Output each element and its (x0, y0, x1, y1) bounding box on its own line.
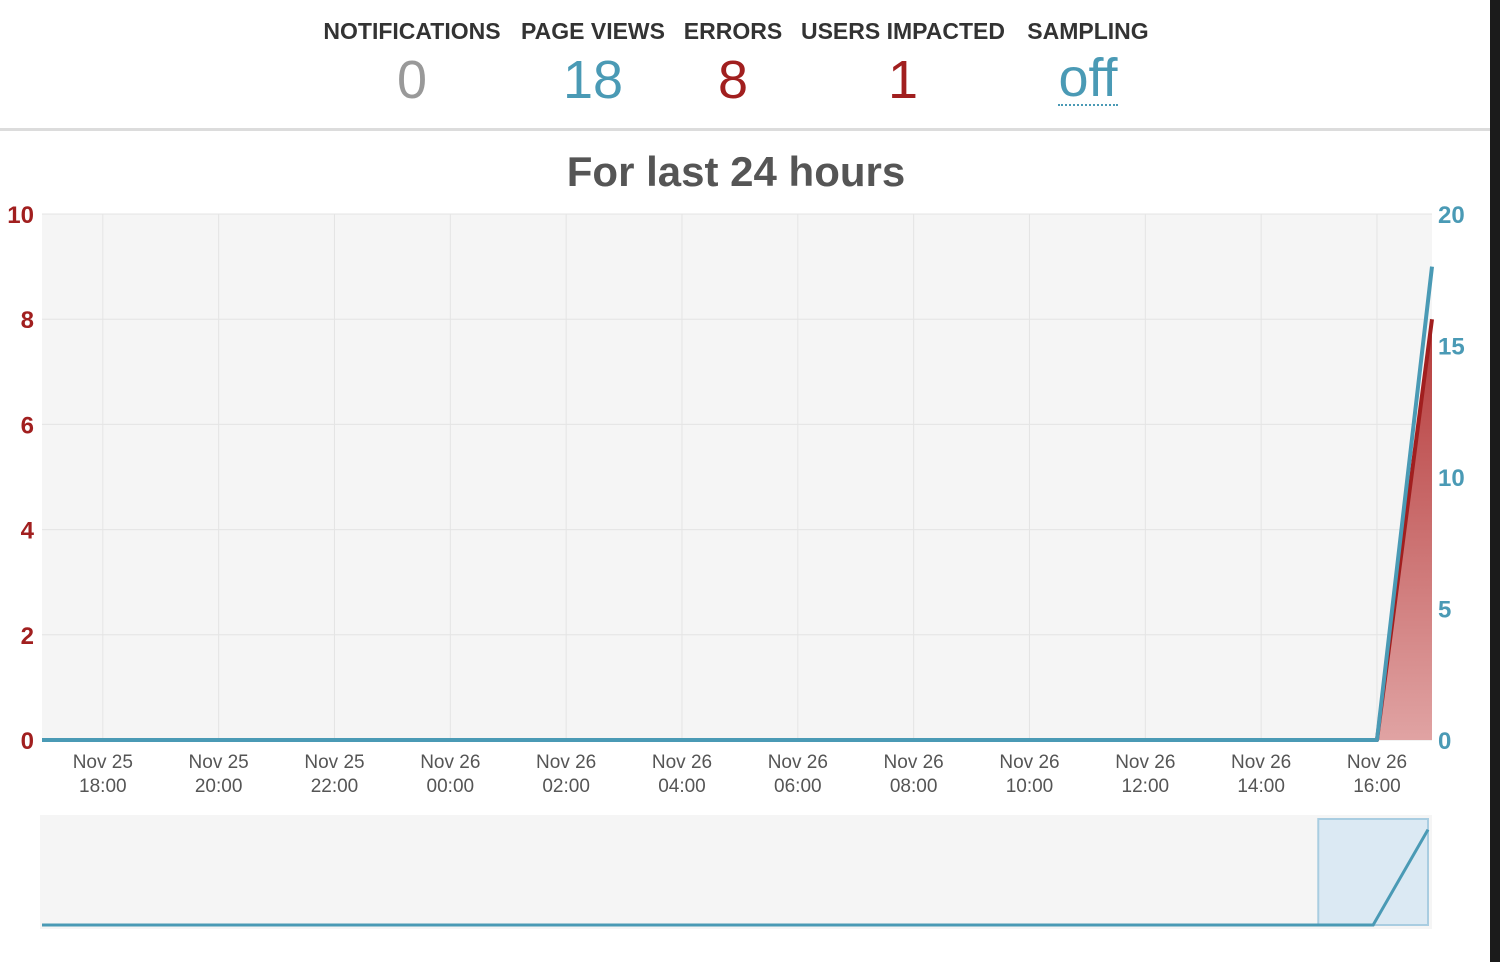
x-tick-date: Nov 25 (189, 752, 249, 773)
x-tick-time: 18:00 (79, 776, 127, 797)
x-tick-label: Nov 26 04:00 (652, 752, 712, 797)
x-tick-label: Nov 25 20:00 (189, 752, 249, 797)
line-chart: 0246810 05101520 Nov 25 18:00Nov 25 20:00N… (7, 202, 1465, 929)
navigator-selection (1317, 818, 1430, 926)
x-tick-time: 12:00 (1122, 776, 1170, 797)
x-tick-time: 00:00 (427, 776, 475, 797)
x-tick-date: Nov 26 (420, 752, 480, 773)
range-navigator[interactable] (40, 815, 1432, 929)
x-tick-date: Nov 25 (73, 752, 133, 773)
x-tick-date: Nov 25 (304, 752, 364, 773)
x-tick-time: 02:00 (542, 776, 590, 797)
x-tick-label: Nov 26 00:00 (420, 752, 480, 797)
x-tick-date: Nov 26 (1347, 752, 1407, 773)
x-tick-time: 06:00 (774, 776, 822, 797)
right-axis: 0 5 10 15 20 (1438, 202, 1465, 755)
x-tick-time: 20:00 (195, 776, 243, 797)
x-tick-time: 04:00 (658, 776, 706, 797)
x-tick-label: Nov 26 08:00 (884, 752, 944, 797)
y-left-tick-label: 8 (21, 307, 34, 334)
x-tick-label: Nov 25 22:00 (304, 752, 364, 797)
x-tick-date: Nov 26 (1115, 752, 1175, 773)
left-axis: 0 2 4 6 8 10 (7, 202, 34, 755)
x-tick-date: Nov 26 (652, 752, 712, 773)
y-right-tick-label: 20 (1438, 202, 1465, 229)
x-tick-date: Nov 26 (536, 752, 596, 773)
x-tick-label: Nov 26 02:00 (536, 752, 596, 797)
y-left-tick-label: 4 (21, 518, 35, 545)
y-left-tick-label: 6 (21, 412, 34, 439)
x-tick-time: 08:00 (890, 776, 938, 797)
x-tick-time: 10:00 (1006, 776, 1054, 797)
x-tick-date: Nov 26 (768, 752, 828, 773)
y-left-tick-label: 10 (7, 202, 34, 229)
x-tick-label: Nov 25 18:00 (73, 752, 133, 797)
y-left-tick-label: 0 (21, 728, 34, 755)
window-edge (1490, 0, 1500, 962)
y-left-tick-label: 2 (21, 623, 34, 650)
y-right-tick-label: 5 (1438, 597, 1451, 624)
y-right-tick-label: 15 (1438, 334, 1465, 361)
x-tick-time: 16:00 (1353, 776, 1401, 797)
x-tick-time: 22:00 (311, 776, 359, 797)
y-right-tick-label: 10 (1438, 465, 1465, 492)
x-tick-label: Nov 26 14:00 (1231, 752, 1291, 797)
navigator-background (40, 815, 1432, 929)
x-tick-date: Nov 26 (999, 752, 1059, 773)
y-right-tick-label: 0 (1438, 728, 1451, 755)
x-tick-date: Nov 26 (884, 752, 944, 773)
x-axis: Nov 25 18:00 Nov 25 20:00 Nov 25 22:00 Nov 26 0… (73, 752, 1407, 797)
plot-area (42, 214, 1432, 740)
x-tick-date: Nov 26 (1231, 752, 1291, 773)
x-tick-label: Nov 26 12:00 (1115, 752, 1175, 797)
x-tick-label: Nov 26 16:00 (1347, 752, 1407, 797)
x-tick-label: Nov 26 10:00 (999, 752, 1059, 797)
x-tick-label: Nov 26 06:00 (768, 752, 828, 797)
x-tick-time: 14:00 (1237, 776, 1285, 797)
